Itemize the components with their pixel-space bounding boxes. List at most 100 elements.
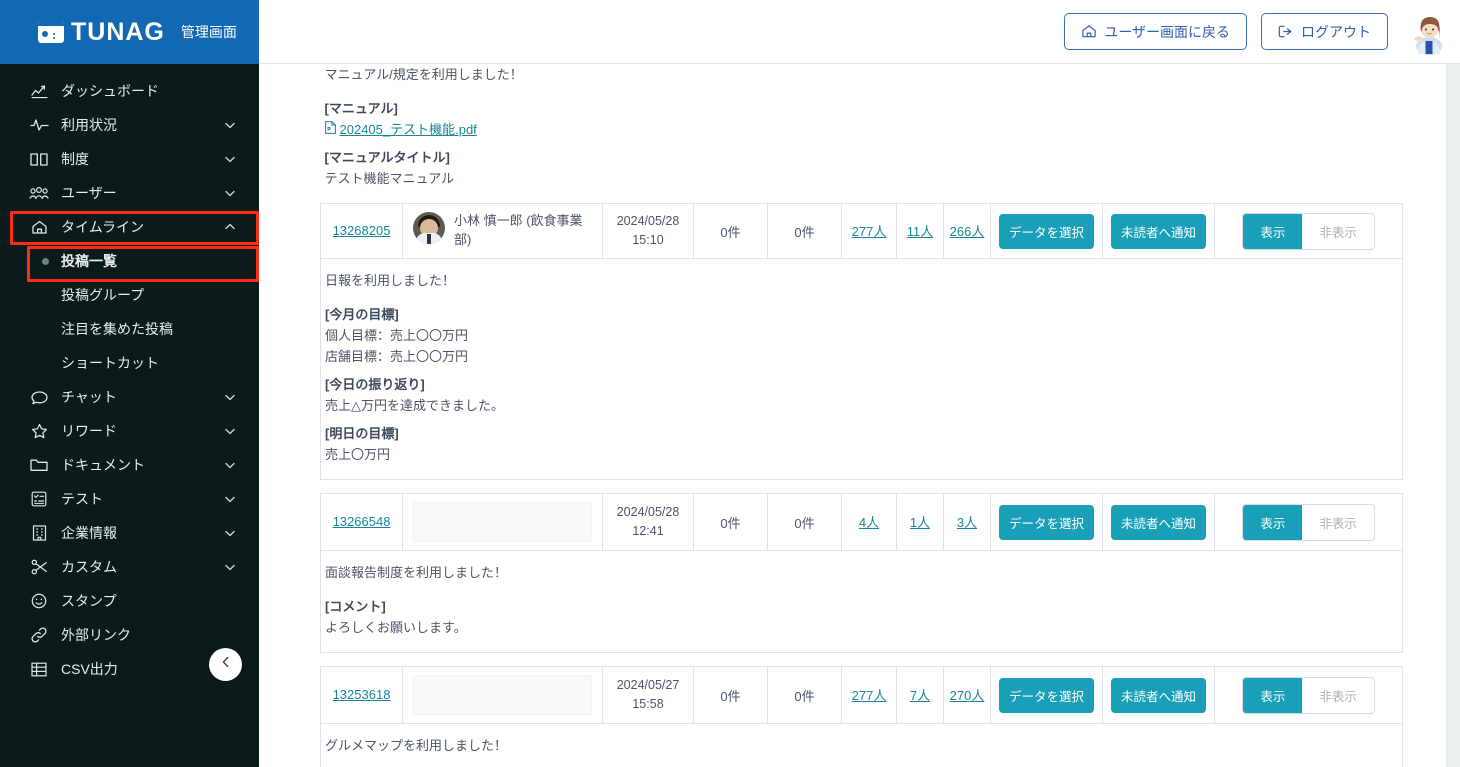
book-open-icon: [28, 150, 50, 168]
sidebar-item-stamp[interactable]: スタンプ: [0, 584, 259, 618]
sidebar-item-users[interactable]: ユーザー: [0, 176, 259, 210]
post-target-link[interactable]: 277人: [852, 224, 887, 239]
sidebar-collapse-button[interactable]: [209, 648, 242, 681]
post-author-cell: [402, 493, 603, 552]
post-id-cell: 13253618: [320, 666, 403, 725]
sidebar-subitem-label: ショートカット: [61, 355, 159, 371]
notify-unread-button[interactable]: 未読者へ通知: [1110, 213, 1206, 249]
post-unread-link[interactable]: 3人: [957, 515, 977, 530]
sidebar-item-featured-posts[interactable]: 注目を集めた投稿: [0, 312, 259, 346]
show-toggle-option[interactable]: 表示: [1243, 213, 1303, 249]
sidebar-subitem-label: 投稿グループ: [61, 287, 145, 303]
sidebar-item-reward[interactable]: リワード: [0, 414, 259, 448]
post-body-line: テスト機能マニュアル: [324, 171, 455, 187]
post-read-cell: 1人: [896, 493, 944, 552]
pdf-attachment-link[interactable]: 202405_テスト機能.pdf: [324, 119, 477, 140]
post-author-cell: [402, 666, 603, 725]
brand-subtitle: 管理画面: [180, 24, 237, 40]
post-body-line: 店舗目標：売上〇〇万円: [325, 349, 469, 365]
post-id-link[interactable]: 13268205: [333, 223, 391, 238]
post-read-cell: 11人: [896, 203, 944, 259]
sidebar-item-shortcut[interactable]: ショートカット: [0, 346, 259, 380]
sidebar-item-chat[interactable]: チャット: [0, 380, 259, 414]
select-data-cell: データを選択: [990, 493, 1103, 552]
select-data-button[interactable]: データを選択: [998, 213, 1094, 249]
sidebar-item-label: 制度: [61, 151, 89, 167]
sidebar-item-document[interactable]: ドキュメント: [0, 448, 259, 482]
post-read-link[interactable]: 1人: [910, 515, 930, 530]
notify-unread-button[interactable]: 未読者へ通知: [1110, 677, 1206, 713]
chevron-down-icon: [223, 526, 237, 540]
hide-toggle-option[interactable]: 非表示: [1302, 505, 1374, 540]
post-body-line: 売上〇万円: [325, 447, 391, 463]
sidebar-item-usage[interactable]: 利用状況: [0, 108, 259, 142]
folder-icon: [28, 456, 50, 474]
back-to-user-screen-label: ユーザー画面に戻る: [1104, 23, 1230, 40]
show-toggle-option[interactable]: 表示: [1243, 504, 1303, 540]
brand-header[interactable]: TUNAG 管理画面: [0, 0, 259, 64]
post-target-link[interactable]: 277人: [852, 688, 887, 703]
home-icon: [28, 218, 50, 236]
top-header: ユーザー画面に戻る ログアウト: [259, 0, 1460, 64]
post-read-link[interactable]: 11人: [907, 224, 934, 239]
sidebar-item-post-group[interactable]: 投稿グループ: [0, 278, 259, 312]
posts-table: マニュアル/規定を利用しました！ [マニュアル] 202405_テスト機能.pd…: [319, 64, 1404, 767]
post-id-link[interactable]: 13253618: [333, 687, 391, 702]
post-body-line: 売上△万円を達成できました。: [325, 398, 504, 414]
select-data-button[interactable]: データを選択: [998, 677, 1094, 713]
logout-button[interactable]: ログアウト: [1261, 13, 1388, 50]
author-placeholder: [413, 502, 592, 543]
post-count-b: 0件: [767, 666, 842, 725]
hide-toggle-option[interactable]: 非表示: [1302, 678, 1374, 713]
back-to-user-screen-button[interactable]: ユーザー画面に戻る: [1064, 13, 1247, 50]
post-body-blank: [325, 756, 1398, 767]
sidebar-item-label: 外部リンク: [61, 627, 131, 643]
chevron-down-icon: [223, 118, 237, 132]
sidebar-item-post-list[interactable]: 投稿一覧: [0, 244, 259, 278]
sidebar-item-external-link[interactable]: 外部リンク: [0, 618, 259, 652]
post-unread-cell: 270人: [943, 666, 991, 725]
visibility-cell: 表示 非表示: [1213, 493, 1404, 552]
sidebar-item-custom[interactable]: カスタム: [0, 550, 259, 584]
post-date-cell: 2024/05/28 15:10: [602, 203, 694, 259]
post-body-line: グルメマップを利用しました！: [325, 738, 508, 754]
sidebar-item-test[interactable]: テスト: [0, 482, 259, 516]
users-icon: [28, 184, 50, 202]
chevron-down-icon: [223, 560, 237, 574]
list-check-icon: [28, 490, 50, 508]
table-row-body: 日報を利用しました！ [今月の目標] 個人目標：売上〇〇万円 店舗目標：売上〇〇…: [319, 257, 1404, 481]
page-scrollbar[interactable]: [1446, 64, 1460, 767]
post-count-a: 0件: [693, 666, 768, 725]
chevron-down-icon: [223, 424, 237, 438]
sidebar-item-programs[interactable]: 制度: [0, 142, 259, 176]
post-read-link[interactable]: 7人: [910, 688, 930, 703]
sidebar-item-dashboard[interactable]: ダッシュボード: [0, 74, 259, 108]
sidebar-item-company-info[interactable]: 企業情報: [0, 516, 259, 550]
logout-label: ログアウト: [1301, 23, 1371, 40]
sidebar-item-label: タイムライン: [61, 219, 145, 235]
post-time: 15:10: [632, 233, 664, 248]
star-icon: [28, 422, 50, 440]
hide-toggle-option[interactable]: 非表示: [1302, 214, 1374, 249]
post-unread-link[interactable]: 266人: [950, 224, 985, 239]
sidebar-item-timeline[interactable]: タイムライン: [0, 210, 259, 244]
logout-icon: [1278, 24, 1294, 39]
show-toggle-option[interactable]: 表示: [1243, 677, 1303, 713]
activity-pulse-icon: [28, 116, 50, 134]
user-avatar-illustration[interactable]: [1406, 9, 1448, 55]
notify-unread-button[interactable]: 未読者へ通知: [1110, 504, 1206, 540]
post-body-line: 日報を利用しました！: [325, 272, 456, 288]
post-date: 2024/05/27: [616, 678, 680, 693]
post-body-blank: [325, 85, 1399, 98]
chevron-down-icon: [223, 492, 237, 506]
smiley-icon: [28, 592, 50, 610]
post-target-link[interactable]: 4人: [859, 515, 879, 530]
post-id-link[interactable]: 13266548: [333, 514, 391, 529]
post-unread-link[interactable]: 270人: [950, 688, 985, 703]
select-data-button[interactable]: データを選択: [998, 504, 1094, 540]
post-body-line: [明日の目標]: [325, 426, 399, 442]
visibility-toggle: 表示 非表示: [1242, 503, 1375, 541]
table-grid-icon: [28, 660, 50, 678]
post-count-a: 0件: [693, 203, 768, 259]
sidebar-item-label: ダッシュボード: [61, 83, 159, 99]
